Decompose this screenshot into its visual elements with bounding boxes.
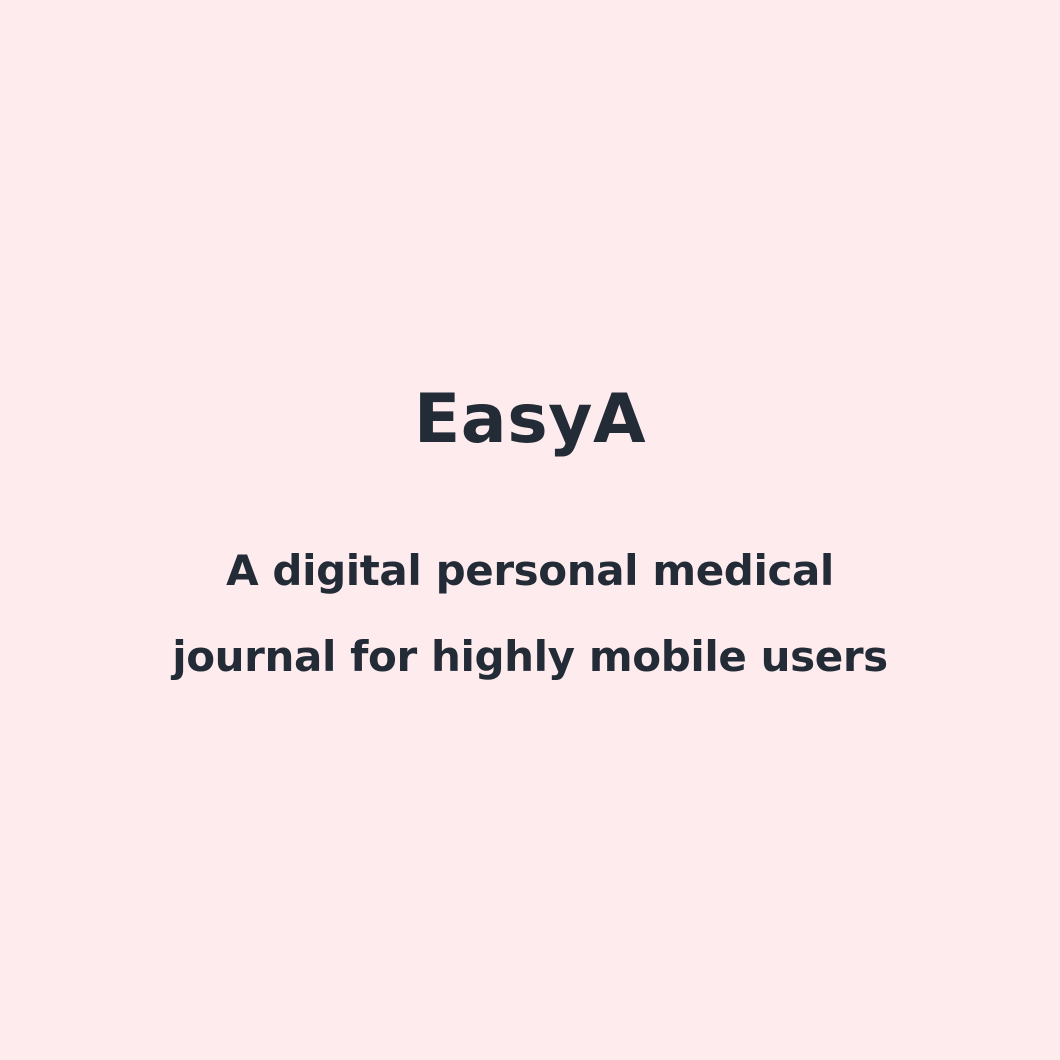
- app-title: EasyA: [413, 380, 647, 459]
- tagline-line: A digital personal medical: [226, 546, 834, 595]
- tagline-line: journal for highly mobile users: [172, 632, 888, 681]
- tagline: A digital personal medical journal for h…: [80, 528, 980, 700]
- title-card: EasyA A digital personal medical journal…: [0, 0, 1060, 1060]
